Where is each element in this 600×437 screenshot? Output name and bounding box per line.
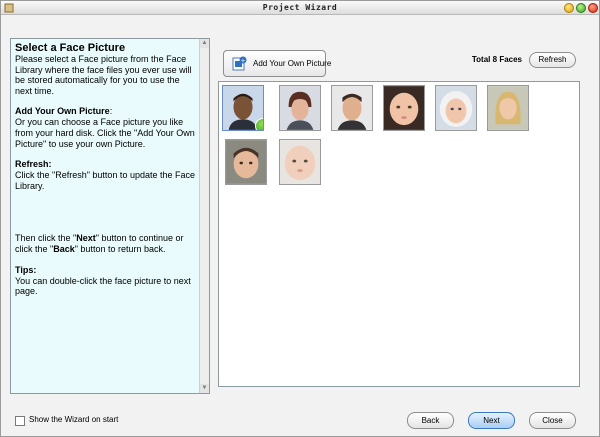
face-thumbnail[interactable] <box>222 85 264 131</box>
minimize-button[interactable] <box>564 3 574 13</box>
face-thumbnail[interactable] <box>435 85 477 131</box>
help-add-text: Or you can choose a Face picture you lik… <box>15 117 195 149</box>
adult-woman-short-hair-face-icon <box>280 86 320 130</box>
help-panel: Select a Face Picture Please select a Fa… <box>10 38 210 394</box>
adult-man-face-icon <box>332 86 372 130</box>
back-button[interactable]: Back <box>407 412 454 429</box>
close-button[interactable]: Close <box>529 412 576 429</box>
refresh-button[interactable]: Refresh <box>529 52 576 68</box>
wizard-window: Project Wizard Select a Face Picture Ple… <box>0 0 600 437</box>
svg-text:+: + <box>240 57 245 64</box>
total-faces-label: Total 8 Faces <box>471 55 522 64</box>
face-thumbnail[interactable] <box>487 85 529 131</box>
window-title: Project Wizard <box>262 3 338 12</box>
face-thumbnail[interactable] <box>279 139 321 185</box>
help-nav-text: Then click the "Next" button to continue… <box>15 233 184 254</box>
add-own-picture-button[interactable]: + Add Your Own Picture <box>223 50 331 77</box>
scroll-down-arrow-icon[interactable]: ▼ <box>200 384 209 393</box>
help-refresh-title: Refresh: <box>15 159 52 170</box>
help-tips-text: You can double-click the face picture to… <box>15 275 191 297</box>
baby-hooded-face-icon <box>436 86 476 130</box>
help-intro: Please select a Face picture from the Fa… <box>15 54 192 96</box>
baby-face-icon <box>384 86 424 130</box>
selected-check-icon <box>255 118 263 130</box>
show-wizard-checkbox[interactable] <box>15 416 25 426</box>
help-add-title: Add Your Own Picture: <box>15 106 113 117</box>
help-content: Select a Face Picture Please select a Fa… <box>11 39 199 393</box>
infant-face-icon <box>280 140 320 184</box>
next-button[interactable]: Next <box>468 412 515 429</box>
help-scrollbar[interactable]: ▲ ▼ <box>199 39 209 393</box>
blonde-woman-face-icon <box>488 86 528 130</box>
face-gallery <box>218 81 580 387</box>
child-face-icon <box>226 140 266 184</box>
help-heading: Select a Face Picture <box>15 42 126 54</box>
face-thumbnail[interactable] <box>383 85 425 131</box>
show-wizard-label: Show the Wizard on start <box>29 415 119 424</box>
help-refresh-text: Click the "Refresh" button to update the… <box>15 170 195 191</box>
add-picture-icon: + <box>232 56 247 71</box>
face-thumbnail[interactable] <box>225 139 267 185</box>
face-thumbnail[interactable] <box>279 85 321 131</box>
scroll-up-arrow-icon[interactable]: ▲ <box>200 39 209 48</box>
add-own-picture-label: Add Your Own Picture <box>253 59 332 68</box>
title-bar[interactable]: Project Wizard <box>1 1 599 15</box>
maximize-button[interactable] <box>576 3 586 13</box>
face-thumbnail[interactable] <box>331 85 373 131</box>
close-window-button[interactable] <box>588 3 598 13</box>
help-tips-title: Tips: <box>15 264 37 275</box>
